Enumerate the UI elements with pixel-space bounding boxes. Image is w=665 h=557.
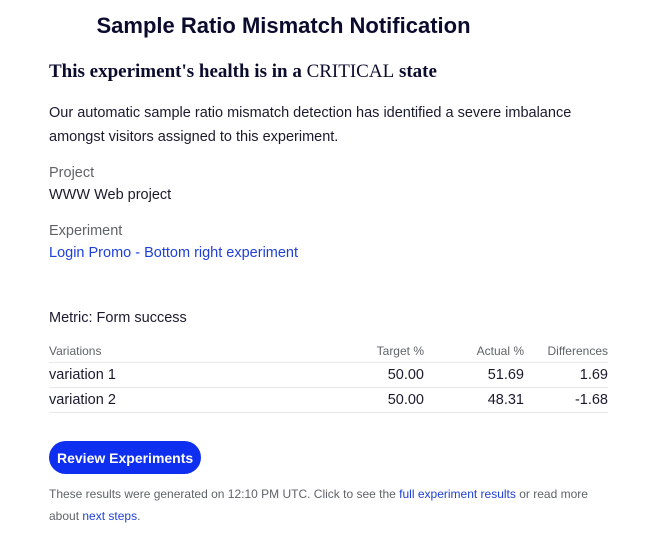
header-variations: Variations xyxy=(49,341,349,363)
footer-text-3: . xyxy=(137,509,141,523)
difference-value: -1.68 xyxy=(524,387,608,413)
table-row: variation 2 50.00 48.31 -1.68 xyxy=(49,387,608,413)
project-label: Project xyxy=(49,165,95,181)
target-percent: 50.00 xyxy=(349,362,424,388)
variation-name: variation 2 xyxy=(49,387,349,413)
footer-text-1: These results were generated on 12:10 PM… xyxy=(49,487,400,501)
intro-text: Our automatic sample ratio mismatch dete… xyxy=(49,105,572,145)
results-table: Variations Target % Actual % Differences… xyxy=(49,341,608,413)
header-actual: Actual % xyxy=(424,341,524,363)
header-target: Target % xyxy=(349,341,424,363)
table-row: variation 1 50.00 51.69 1.69 xyxy=(49,362,608,388)
footer-note: These results were generated on 12:10 PM… xyxy=(49,483,609,527)
review-experiments-button[interactable]: Review Experiments xyxy=(49,441,202,474)
target-percent: 50.00 xyxy=(349,387,424,413)
variation-name: variation 1 xyxy=(49,362,349,388)
page-title: Sample Ratio Mismatch Notification xyxy=(96,13,471,38)
next-steps-link[interactable]: next steps xyxy=(82,509,137,523)
actual-percent: 48.31 xyxy=(424,387,524,413)
health-heading-prefix: This experiment's health is in a xyxy=(49,61,307,82)
project-value: WWW Web project xyxy=(49,187,172,203)
difference-value: 1.69 xyxy=(524,362,608,388)
metric-label: Metric: Form success xyxy=(49,310,187,326)
table-header-row: Variations Target % Actual % Differences xyxy=(49,341,608,363)
health-state: CRITICAL xyxy=(306,61,395,82)
full-results-link[interactable]: full experiment results xyxy=(399,487,516,501)
experiment-link[interactable]: Login Promo - Bottom right experiment xyxy=(49,245,298,261)
header-differences: Differences xyxy=(524,341,608,363)
experiment-label: Experiment xyxy=(49,223,123,239)
health-heading-suffix: state xyxy=(394,61,437,82)
health-heading: This experiment's health is in a CRITICA… xyxy=(49,61,437,83)
actual-percent: 51.69 xyxy=(424,362,524,388)
